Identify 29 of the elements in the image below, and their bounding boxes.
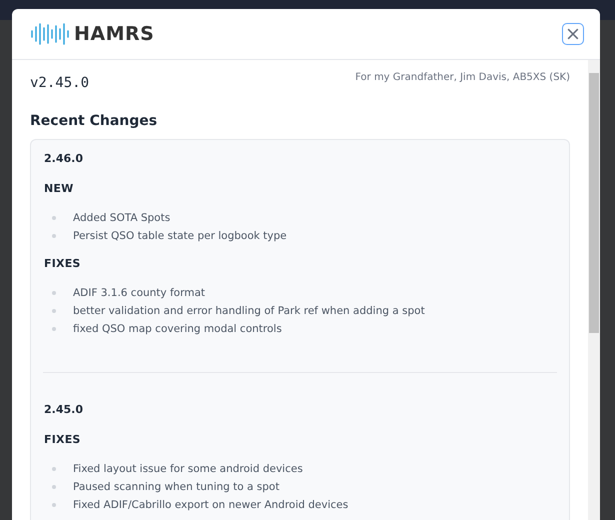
bullet-icon xyxy=(52,291,56,295)
change-item: Paused scanning when tuning to a spot xyxy=(73,481,280,493)
waveform-icon xyxy=(30,23,72,45)
section-heading: FIXES xyxy=(44,257,82,270)
section-title: Recent Changes xyxy=(30,113,158,129)
bullet-icon xyxy=(52,485,56,489)
change-item: better validation and error handling of Park ref when adding a spot xyxy=(73,305,425,317)
bullet-icon xyxy=(52,216,56,220)
change-item: ADIF 3.1.6 county format xyxy=(73,287,206,299)
bullet-icon xyxy=(52,234,56,238)
bullet-icon xyxy=(52,327,56,331)
scrollbar[interactable] xyxy=(588,60,600,520)
bullet-icon xyxy=(52,467,56,471)
bullet-icon xyxy=(52,309,56,313)
change-item: Persist QSO table state per logbook type xyxy=(73,230,287,242)
logo-text: HAMRS xyxy=(74,23,154,45)
section-heading: NEW xyxy=(44,182,74,195)
change-item: Added SOTA Spots xyxy=(73,212,170,224)
close-button[interactable]: × xyxy=(562,23,584,45)
release-version: 2.45.0 xyxy=(44,403,84,416)
change-item: fixed QSO map covering modal controls xyxy=(73,323,282,335)
section-heading: FIXES xyxy=(44,433,82,446)
change-item: Fixed layout issue for some android devices xyxy=(73,463,303,475)
dedication-text: For my Grandfather, Jim Davis, AB5XS (SK) xyxy=(355,72,570,83)
bullet-icon xyxy=(52,503,56,507)
version-label: v2.45.0 xyxy=(30,75,90,91)
scrollbar-thumb[interactable] xyxy=(589,73,599,333)
change-item: Fixed ADIF/Cabrillo export on newer Android devices xyxy=(73,499,348,511)
release-version: 2.46.0 xyxy=(44,152,84,165)
